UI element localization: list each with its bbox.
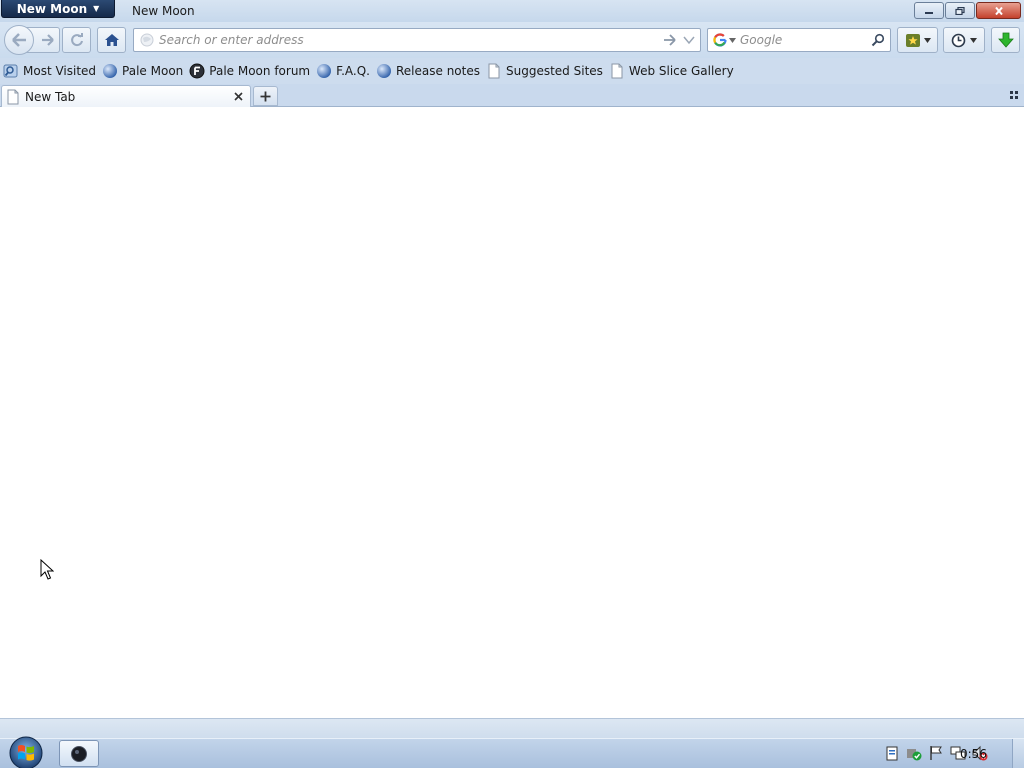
bookmarks-menu-button[interactable]: [897, 27, 938, 53]
window-title: New Moon: [132, 4, 195, 18]
show-desktop-button[interactable]: [1012, 739, 1024, 768]
caret-down-icon: ▼: [93, 4, 100, 13]
globe-icon: [317, 64, 332, 78]
app-menu-button[interactable]: New Moon ▼: [1, 0, 115, 18]
reload-group: [62, 27, 91, 53]
search-icon[interactable]: [871, 33, 885, 47]
bookmark-faq[interactable]: F.A.Q.: [316, 63, 370, 79]
minimize-button[interactable]: [914, 2, 944, 19]
windows-logo-icon: [9, 736, 43, 768]
bookmark-most-visited[interactable]: Most Visited: [3, 63, 96, 79]
mouse-cursor-icon: [40, 559, 54, 580]
close-tab-button[interactable]: [230, 89, 246, 105]
tab-strip: New Tab: [0, 84, 1024, 107]
search-input[interactable]: [736, 30, 871, 50]
bookmark-label: Most Visited: [23, 64, 97, 78]
clock-icon: [951, 33, 966, 47]
close-icon: [233, 92, 243, 101]
bookmark-label: Web Slice Gallery: [628, 64, 734, 78]
google-icon: [713, 33, 727, 47]
forward-button[interactable]: [37, 28, 59, 52]
caption-buttons: [914, 2, 1021, 19]
home-button[interactable]: [99, 28, 125, 52]
navigation-toolbar: [0, 22, 1024, 58]
bookmarks-toolbar: Most Visited Pale Moon Pale Moon forum F…: [0, 58, 1024, 84]
new-moon-app-icon: [71, 745, 87, 762]
taskbar-clock[interactable]: 0:56: [960, 747, 987, 761]
most-visited-icon: [3, 64, 18, 78]
bookmark-label: Release notes: [396, 64, 480, 78]
bookmarks-star-icon: [905, 33, 920, 47]
page-content[interactable]: [0, 107, 1024, 718]
url-input[interactable]: [155, 30, 663, 50]
globe-icon: [377, 64, 391, 78]
bookmark-label: F.A.Q.: [336, 64, 370, 78]
globe-icon: [103, 64, 118, 78]
url-history-dropdown-icon[interactable]: [683, 35, 695, 45]
close-icon: [994, 6, 1003, 15]
search-engine-button[interactable]: [713, 33, 736, 47]
restore-icon: [955, 6, 965, 15]
forward-arrow-icon: [42, 34, 54, 46]
clipboard-icon[interactable]: [884, 745, 900, 761]
bookmark-label: Pale Moon: [122, 64, 184, 78]
taskbar: 0:56: [0, 736, 1024, 768]
home-group: [97, 27, 126, 53]
chevron-down-icon: [923, 37, 931, 43]
bookmark-web-slice-gallery[interactable]: Web Slice Gallery: [609, 63, 734, 79]
status-bar: [0, 718, 1024, 738]
back-arrow-icon: [12, 33, 26, 47]
go-arrow-icon[interactable]: [663, 34, 677, 46]
security-shield-icon[interactable]: [906, 745, 922, 761]
tab-new-tab[interactable]: New Tab: [1, 85, 251, 107]
title-bar: New Moon ▼ New Moon: [0, 0, 1024, 22]
search-bar: [707, 28, 891, 52]
page-icon: [488, 63, 500, 79]
new-tab-button[interactable]: [253, 86, 278, 106]
bookmark-pale-moon[interactable]: Pale Moon: [102, 63, 183, 79]
history-button[interactable]: [943, 27, 985, 53]
reload-icon: [70, 33, 83, 47]
search-engine-dropdown-icon: [729, 37, 736, 43]
restore-button[interactable]: [945, 2, 975, 19]
app-menu-label: New Moon: [16, 1, 88, 16]
bookmark-release-notes[interactable]: Release notes: [376, 63, 480, 79]
bookmark-suggested-sites[interactable]: Suggested Sites: [486, 63, 603, 79]
page-icon: [611, 63, 623, 79]
downloads-button[interactable]: [991, 27, 1020, 53]
reload-button[interactable]: [64, 28, 90, 52]
download-arrow-icon: [997, 32, 1014, 48]
back-button[interactable]: [4, 25, 34, 55]
home-icon: [104, 34, 119, 46]
bookmark-label: Pale Moon forum: [209, 64, 311, 78]
bookmark-pale-moon-forum[interactable]: Pale Moon forum: [189, 63, 310, 79]
flag-icon[interactable]: [928, 745, 944, 761]
list-all-tabs-icon[interactable]: [1008, 89, 1020, 101]
taskbar-item-new-moon[interactable]: [59, 740, 99, 767]
tab-label: New Tab: [25, 89, 76, 104]
url-bar: [133, 28, 701, 52]
forum-icon: [189, 63, 205, 79]
plus-icon: [260, 91, 271, 101]
page-icon: [7, 89, 19, 104]
site-identity-icon[interactable]: [139, 32, 155, 48]
chevron-down-icon: [970, 37, 977, 43]
bookmark-label: Suggested Sites: [506, 64, 603, 78]
start-button[interactable]: [7, 736, 45, 768]
close-window-button[interactable]: [976, 2, 1021, 19]
minimize-icon: [925, 11, 933, 14]
